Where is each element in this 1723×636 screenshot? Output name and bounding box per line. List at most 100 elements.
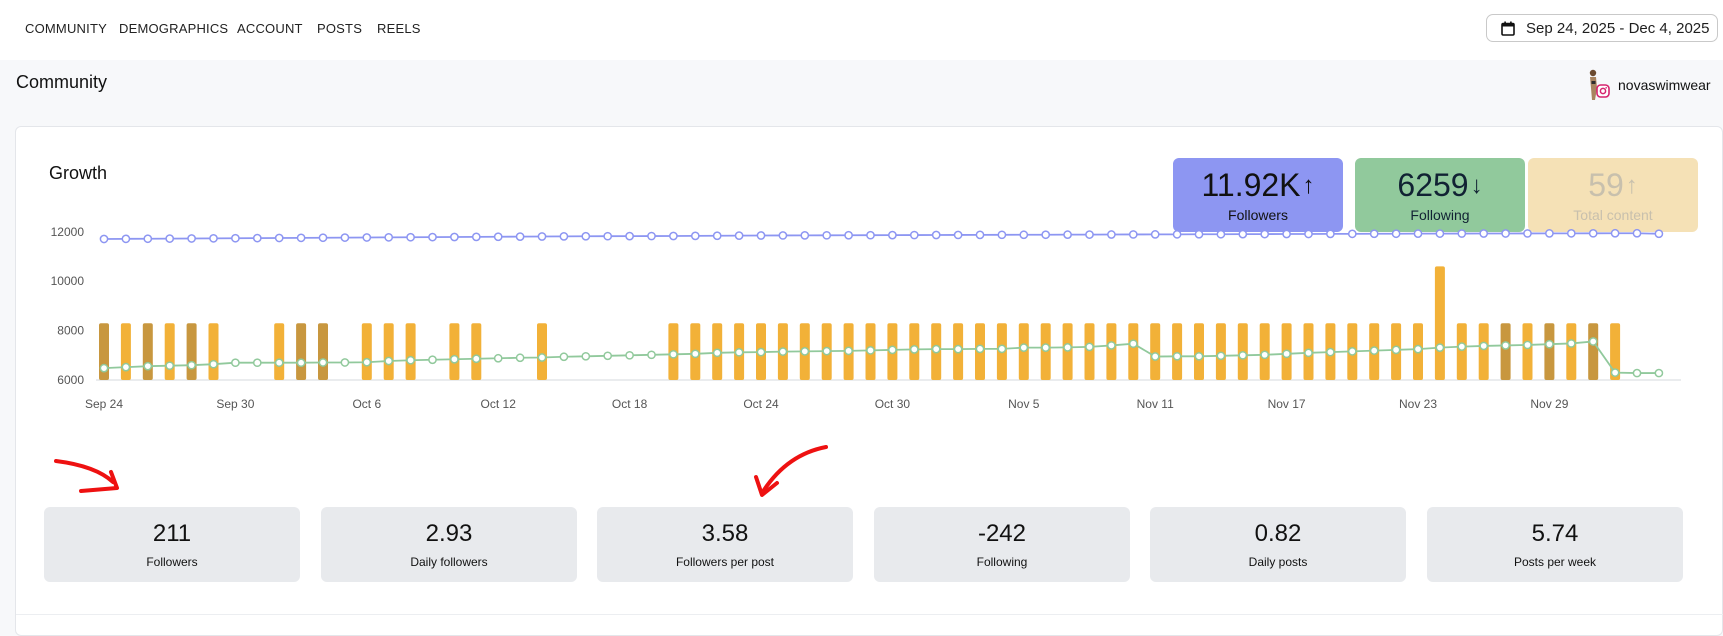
followers-point xyxy=(1435,229,1445,238)
tab-reels[interactable]: REELS xyxy=(377,21,421,36)
followers-point xyxy=(647,231,656,241)
following-point xyxy=(1063,343,1072,352)
followers-point xyxy=(252,233,262,243)
followers-point xyxy=(669,231,678,241)
followers-point xyxy=(1063,230,1072,239)
following-point xyxy=(1413,344,1423,354)
following-point xyxy=(1304,348,1313,358)
followers-point xyxy=(603,231,613,241)
followers-point xyxy=(1632,228,1642,238)
following-point xyxy=(559,352,569,362)
following-point xyxy=(1085,342,1094,352)
posts-bar xyxy=(296,323,307,380)
posts-bar xyxy=(1084,323,1095,380)
following-point xyxy=(428,355,437,365)
following-point xyxy=(603,351,613,361)
followers-point xyxy=(318,233,328,243)
following-point xyxy=(822,346,832,356)
following-point xyxy=(1019,343,1029,352)
following-point xyxy=(1216,351,1226,361)
posts-bar xyxy=(1128,323,1139,380)
tab-account[interactable]: ACCOUNT xyxy=(237,21,303,36)
followers-point xyxy=(1326,229,1335,239)
followers-point xyxy=(712,231,722,241)
following-point xyxy=(888,345,897,355)
top-nav: COMMUNITY DEMOGRAPHICS ACCOUNT POSTS REE… xyxy=(0,0,1723,60)
followers-point xyxy=(997,230,1007,240)
followers-point xyxy=(822,230,832,240)
following-point xyxy=(1391,345,1401,355)
x-tick-label: Nov 29 xyxy=(1530,397,1568,411)
followers-point xyxy=(1194,229,1204,239)
followers-point xyxy=(625,231,634,241)
calendar-icon xyxy=(1501,21,1515,36)
following-point xyxy=(537,353,547,362)
stat-value: 211 xyxy=(152,520,192,547)
posts-bar xyxy=(537,323,547,380)
followers-point xyxy=(1413,229,1423,239)
followers-point xyxy=(1304,229,1313,239)
following-point xyxy=(450,354,459,364)
stat-label: Following xyxy=(976,555,1028,569)
following-point xyxy=(362,357,372,367)
followers-point xyxy=(734,231,744,240)
account-name: novaswimwear xyxy=(1618,77,1711,93)
followers-point xyxy=(1172,229,1182,239)
following-point xyxy=(1107,341,1116,350)
following-point xyxy=(493,353,503,363)
stat-value: -242 xyxy=(977,520,1027,547)
following-point xyxy=(909,345,919,354)
following-point xyxy=(209,359,218,369)
stat-card-followers-per-post: 3.58 Followers per post xyxy=(597,507,853,582)
following-point xyxy=(581,351,591,361)
following-point xyxy=(1128,339,1138,349)
followers-point xyxy=(931,230,941,240)
following-point xyxy=(712,348,722,358)
stat-value: 5.74 xyxy=(1531,520,1579,547)
following-point xyxy=(1632,368,1642,378)
stat-card-followers: 211 Followers xyxy=(44,507,300,582)
tab-posts[interactable]: POSTS xyxy=(317,21,362,36)
growth-card: Growth 11.92K↑ Followers 6259↓ Following… xyxy=(15,126,1723,636)
tab-community[interactable]: COMMUNITY xyxy=(25,21,107,36)
date-range-picker[interactable]: Sep 24, 2025 - Dec 4, 2025 xyxy=(1486,14,1718,42)
stat-card-daily-posts: 0.82 Daily posts xyxy=(1150,507,1406,582)
posts-bar xyxy=(208,323,219,380)
followers-point xyxy=(690,231,700,241)
following-point xyxy=(975,344,985,354)
following-point xyxy=(99,363,109,373)
following-point xyxy=(1041,343,1051,352)
followers-line xyxy=(103,232,1659,240)
page-title: Community xyxy=(16,72,108,92)
followers-point xyxy=(756,231,766,240)
followers-point xyxy=(1085,230,1094,239)
growth-chart: 6000 8000 10000 12000 Sep 24 Sep 30 Oct 6 Oct 1… xyxy=(51,225,1681,411)
following-point xyxy=(515,353,525,363)
tab-demographics[interactable]: DEMOGRAPHICS xyxy=(119,21,228,36)
posts-bar xyxy=(1456,323,1467,380)
stat-label: Followers per post xyxy=(675,555,775,569)
following-point xyxy=(1282,349,1291,359)
following-point xyxy=(1150,352,1160,361)
followers-point xyxy=(581,231,591,241)
followers-point xyxy=(888,230,897,240)
followers-point xyxy=(428,232,437,242)
posts-bar xyxy=(318,323,328,380)
followers-point xyxy=(362,233,372,242)
followers-point xyxy=(1369,229,1379,239)
following-line xyxy=(103,340,1659,374)
stat-label: Posts per week xyxy=(1513,555,1597,569)
following-point xyxy=(1238,350,1248,360)
followers-point xyxy=(1566,229,1576,238)
x-tick-label: Oct 18 xyxy=(612,397,648,411)
account-selector[interactable]: novaswimwear xyxy=(1582,68,1711,102)
followers-point xyxy=(187,234,196,243)
divider xyxy=(16,614,1723,615)
posts-bar xyxy=(449,323,460,380)
instagram-icon xyxy=(1596,84,1610,98)
followers-point xyxy=(121,234,131,244)
following-point xyxy=(1457,342,1467,352)
stat-label: Daily posts xyxy=(1248,555,1308,569)
followers-point xyxy=(165,234,175,243)
following-point xyxy=(1326,347,1335,357)
